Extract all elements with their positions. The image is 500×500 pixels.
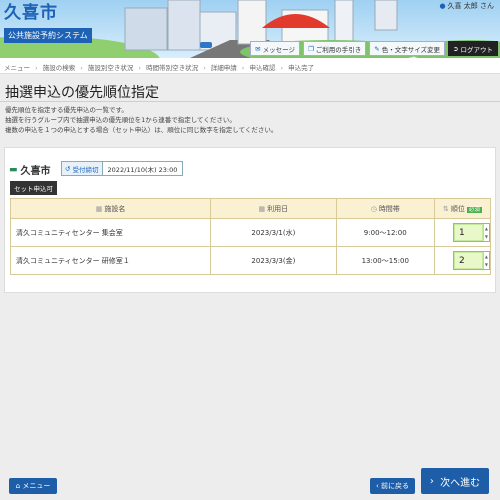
group-city-label: 久喜市 bbox=[20, 166, 51, 177]
logout-button[interactable]: ➲ ログアウト bbox=[448, 41, 498, 56]
chevron-left-icon: ‹ bbox=[375, 482, 379, 490]
logout-button-label: ログアウト bbox=[460, 45, 494, 54]
rank-cell: ▲ ▼ bbox=[433, 218, 492, 247]
rank-cell: ▲ ▼ bbox=[433, 246, 492, 275]
breadcrumb-separator-icon: › bbox=[280, 64, 284, 72]
back-button-label: 前に戻る bbox=[381, 482, 410, 490]
home-icon: ⌂ bbox=[15, 482, 21, 490]
back-button[interactable]: ‹ 前に戻る bbox=[370, 478, 415, 494]
header-date: ▦ 利用日 bbox=[210, 198, 337, 219]
step-down-icon[interactable]: ▼ bbox=[484, 233, 489, 242]
logout-icon: ➲ bbox=[453, 44, 459, 53]
breadcrumb-item: 施設別空き状況 bbox=[87, 64, 134, 72]
header-rank: ⇅ 順位 必須 bbox=[433, 198, 492, 219]
facility-cell: 清久コミュニティセンター 研修室１ bbox=[9, 246, 212, 275]
priority-table: ▦ 施設名 ▦ 利用日 ◷ 時間帯 ⇅ 順位 必須 清久コミュニティセンター 集会室 20… bbox=[9, 198, 492, 275]
page-title: 抽選申込の優先順位指定 bbox=[5, 85, 159, 101]
group-city: ▬ 久喜市 bbox=[9, 162, 51, 178]
rank-stepper: ▲ ▼ bbox=[452, 251, 490, 270]
description-line: 優先順位を指定する優先申込の一覧です。 bbox=[5, 106, 128, 114]
step-up-icon[interactable]: ▲ bbox=[484, 252, 489, 261]
date-cell: 2023/3/1(水) bbox=[210, 218, 337, 247]
system-name: 公共施設予約システム bbox=[4, 28, 92, 43]
sort-icon: ⇅ bbox=[443, 204, 449, 213]
breadcrumb-item: 申込完了 bbox=[288, 64, 315, 72]
facility-cell: 清久コミュニティセンター 集会室 bbox=[9, 218, 212, 247]
color-size-button[interactable]: ✎ 色・文字サイズ変更 bbox=[369, 41, 446, 56]
chevron-right-icon: › bbox=[429, 475, 434, 487]
breadcrumb-separator-icon: › bbox=[138, 64, 141, 72]
chat-icon: ✉ bbox=[255, 44, 261, 53]
message-button[interactable]: ✉ メッセージ bbox=[250, 41, 300, 56]
breadcrumb-item: 時間帯別空き状況 bbox=[146, 64, 199, 72]
folder-open-icon: ▬ bbox=[9, 164, 18, 175]
rank-input[interactable] bbox=[453, 252, 483, 269]
table-row: 清久コミュニティセンター 研修室１ 2023/3/3(金) 13:00～15:0… bbox=[9, 246, 492, 275]
menu-button[interactable]: ⌂ メニュー bbox=[9, 478, 57, 494]
header-time-label: 時間帯 bbox=[378, 204, 400, 213]
deadline-label-text: 受付締切 bbox=[72, 165, 99, 174]
header-time: ◷ 時間帯 bbox=[335, 198, 435, 219]
clock-icon: ↺ bbox=[65, 164, 71, 173]
brush-icon: ✎ bbox=[374, 44, 380, 53]
lottery-group-card: ▬ 久喜市 ↺ 受付締切 2022/11/10(木) 23:00 セット申込可 ▦… bbox=[4, 147, 496, 293]
breadcrumb-item[interactable]: メニュー bbox=[4, 64, 30, 72]
header-rank-label: 順位 bbox=[450, 204, 465, 213]
time-cell: 13:00～15:00 bbox=[335, 246, 435, 275]
guide-button-label: ご利用の手引き bbox=[315, 45, 362, 54]
book-icon: ❐ bbox=[307, 44, 314, 53]
required-badge: 必須 bbox=[466, 206, 482, 213]
page-description: 優先順位を指定する優先申込の一覧です。 抽選を行うグループ内で抽選申込の優先順位… bbox=[5, 105, 277, 135]
header-buttons: ✉ メッセージ ❐ ご利用の手引き ✎ 色・文字サイズ変更 ➲ ログアウト bbox=[250, 41, 498, 56]
next-button[interactable]: › 次へ進む bbox=[421, 468, 489, 494]
title-divider bbox=[0, 101, 500, 102]
deadline-box: ↺ 受付締切 2022/11/10(木) 23:00 bbox=[61, 161, 184, 176]
user-name: 久喜 太郎 さん bbox=[447, 2, 494, 10]
message-button-label: メッセージ bbox=[262, 45, 295, 54]
menu-button-label: メニュー bbox=[22, 482, 51, 490]
site-header: 久喜市 公共施設予約システム ● 久喜 太郎 さん ✉ メッセージ ❐ ご利用の手引き… bbox=[0, 0, 500, 58]
deadline-value: 2022/11/10(木) 23:00 bbox=[102, 162, 183, 175]
deadline-label: ↺ 受付締切 bbox=[62, 162, 103, 175]
footer-nav: ⌂ メニュー ‹ 前に戻る › 次へ進む bbox=[0, 468, 500, 500]
clock-icon: ◷ bbox=[370, 204, 377, 213]
brand: 久喜市 公共施設予約システム bbox=[4, 3, 92, 43]
table-header-row: ▦ 施設名 ▦ 利用日 ◷ 時間帯 ⇅ 順位 必須 bbox=[9, 198, 492, 219]
rank-input[interactable] bbox=[453, 224, 483, 241]
breadcrumb-item: 詳細申請 bbox=[210, 64, 237, 72]
header-facility-label: 施設名 bbox=[104, 204, 126, 213]
user-info: ● 久喜 太郎 さん bbox=[439, 1, 494, 11]
next-button-label: 次へ進む bbox=[440, 477, 481, 489]
user-icon: ● bbox=[439, 2, 446, 10]
building-icon: ▦ bbox=[95, 204, 103, 213]
stepper-buttons: ▲ ▼ bbox=[482, 224, 489, 242]
time-cell: 9:00～12:00 bbox=[335, 218, 435, 247]
breadcrumb-separator-icon: › bbox=[35, 64, 38, 72]
stepper-buttons: ▲ ▼ bbox=[482, 252, 489, 270]
city-logo: 久喜市 bbox=[4, 3, 58, 23]
breadcrumb-separator-icon: › bbox=[203, 64, 206, 72]
header-date-label: 利用日 bbox=[267, 204, 289, 213]
breadcrumb-item: 申込確認 bbox=[249, 64, 276, 72]
calendar-icon: ▦ bbox=[258, 204, 266, 213]
description-line: 複数の申込を１つの申込とする場合（セット申込）は、順位に同じ数字を指定してくださ… bbox=[5, 126, 278, 134]
breadcrumb: メニュー › 施設の検索 › 施設別空き状況 › 時間帯別空き状況 › 詳細申請 › 申込… bbox=[0, 58, 500, 74]
breadcrumb-item: 施設の検索 bbox=[42, 64, 76, 72]
description-line: 抽選を行うグループ内で抽選申込の優先順位を1から連番で指定してください。 bbox=[5, 116, 236, 124]
header-facility: ▦ 施設名 bbox=[9, 198, 212, 219]
breadcrumb-separator-icon: › bbox=[241, 64, 245, 72]
guide-button[interactable]: ❐ ご利用の手引き bbox=[302, 41, 367, 56]
step-down-icon[interactable]: ▼ bbox=[484, 261, 489, 270]
date-cell: 2023/3/3(金) bbox=[210, 246, 337, 275]
color-size-button-label: 色・文字サイズ変更 bbox=[381, 45, 441, 54]
breadcrumb-separator-icon: › bbox=[80, 64, 83, 72]
table-row: 清久コミュニティセンター 集会室 2023/3/1(水) 9:00～12:00 … bbox=[9, 218, 492, 247]
set-application-badge: セット申込可 bbox=[10, 181, 57, 195]
step-up-icon[interactable]: ▲ bbox=[484, 224, 489, 233]
rank-stepper: ▲ ▼ bbox=[452, 223, 490, 242]
